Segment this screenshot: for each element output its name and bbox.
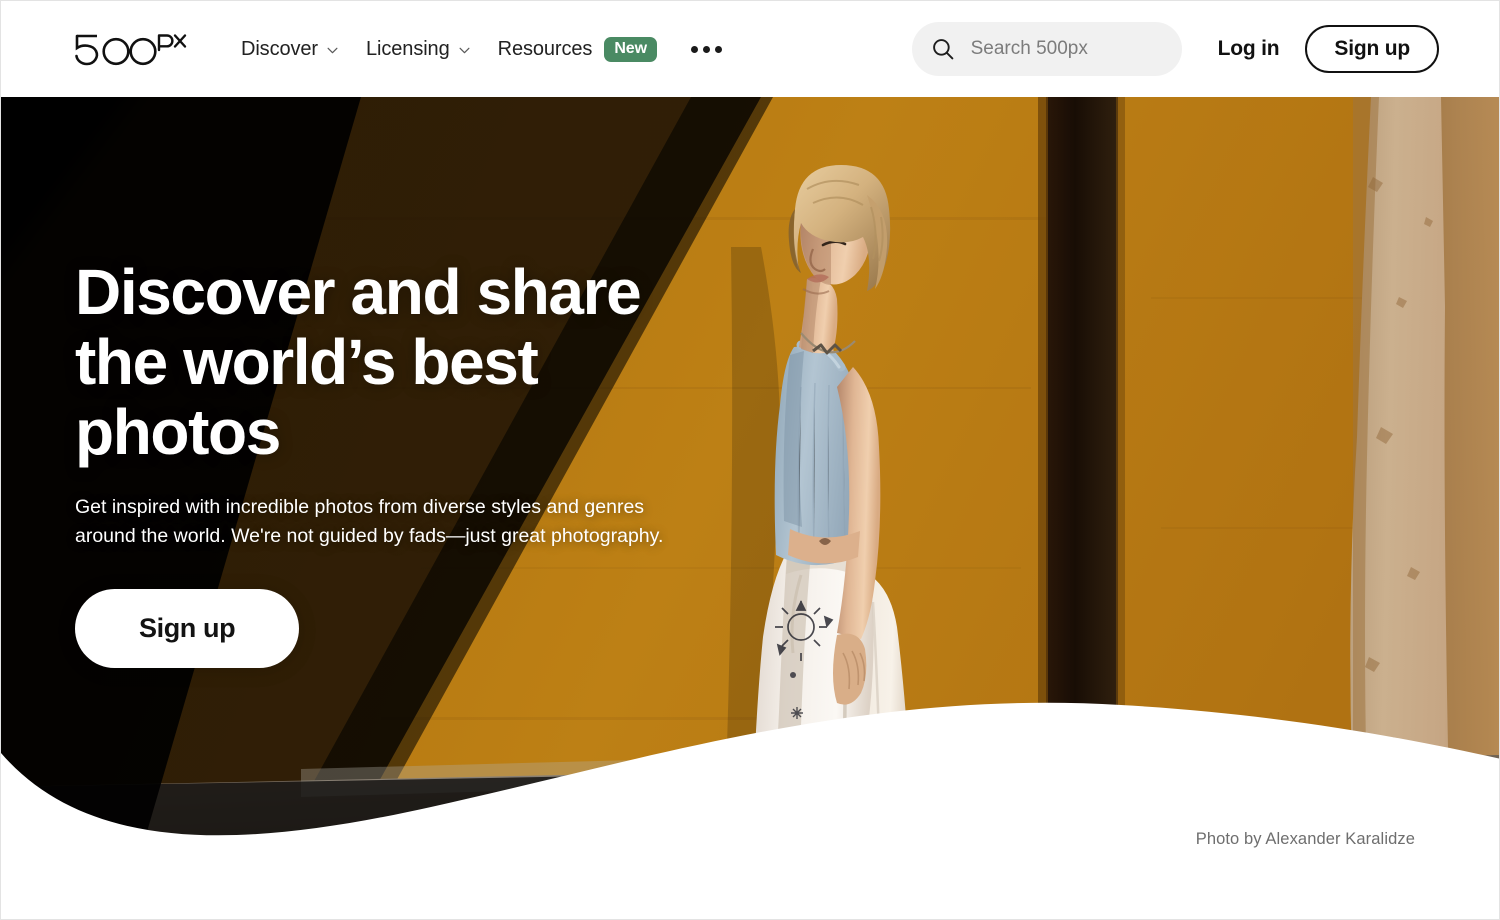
nav-item-discover[interactable]: Discover xyxy=(227,30,352,69)
ellipsis-horizontal-icon xyxy=(690,45,698,53)
hero-content: Discover and share the world’s best phot… xyxy=(75,257,775,668)
login-link[interactable]: Log in xyxy=(1218,37,1280,61)
nav-item-licensing[interactable]: Licensing xyxy=(352,30,484,69)
nav-item-resources[interactable]: Resources New xyxy=(484,29,671,70)
page-root: Discover Licensing Resources New Search … xyxy=(0,0,1500,920)
site-header: Discover Licensing Resources New Search … xyxy=(1,1,1499,97)
search-box[interactable] xyxy=(911,22,1182,76)
primary-nav: Discover Licensing Resources New xyxy=(227,29,736,70)
ellipsis-horizontal-icon xyxy=(714,45,722,53)
chevron-down-icon xyxy=(459,47,470,54)
signup-button-header[interactable]: Sign up xyxy=(1305,25,1439,73)
signup-button-hero[interactable]: Sign up xyxy=(75,589,300,668)
more-menu-button[interactable] xyxy=(677,36,736,63)
auth-actions: Log in Sign up xyxy=(1218,25,1439,73)
hero-subtitle: Get inspired with incredible photos from… xyxy=(75,496,664,547)
nav-item-discover-label: Discover xyxy=(241,37,318,60)
hero-section: Discover and share the world’s best phot… xyxy=(1,97,1499,919)
chevron-down-icon xyxy=(327,47,338,54)
ellipsis-horizontal-icon xyxy=(702,45,710,53)
search-icon xyxy=(932,39,953,60)
hero-title: Discover and share the world’s best phot… xyxy=(75,256,642,468)
photo-credit: Photo by Alexander Karalidze xyxy=(1195,830,1415,848)
new-badge: New xyxy=(604,36,657,62)
logo-500px[interactable] xyxy=(75,32,187,66)
search-input[interactable] xyxy=(970,38,1162,60)
nav-item-resources-label: Resources xyxy=(497,37,593,60)
nav-item-licensing-label: Licensing xyxy=(366,37,450,60)
500px-wordmark-icon xyxy=(75,34,187,66)
